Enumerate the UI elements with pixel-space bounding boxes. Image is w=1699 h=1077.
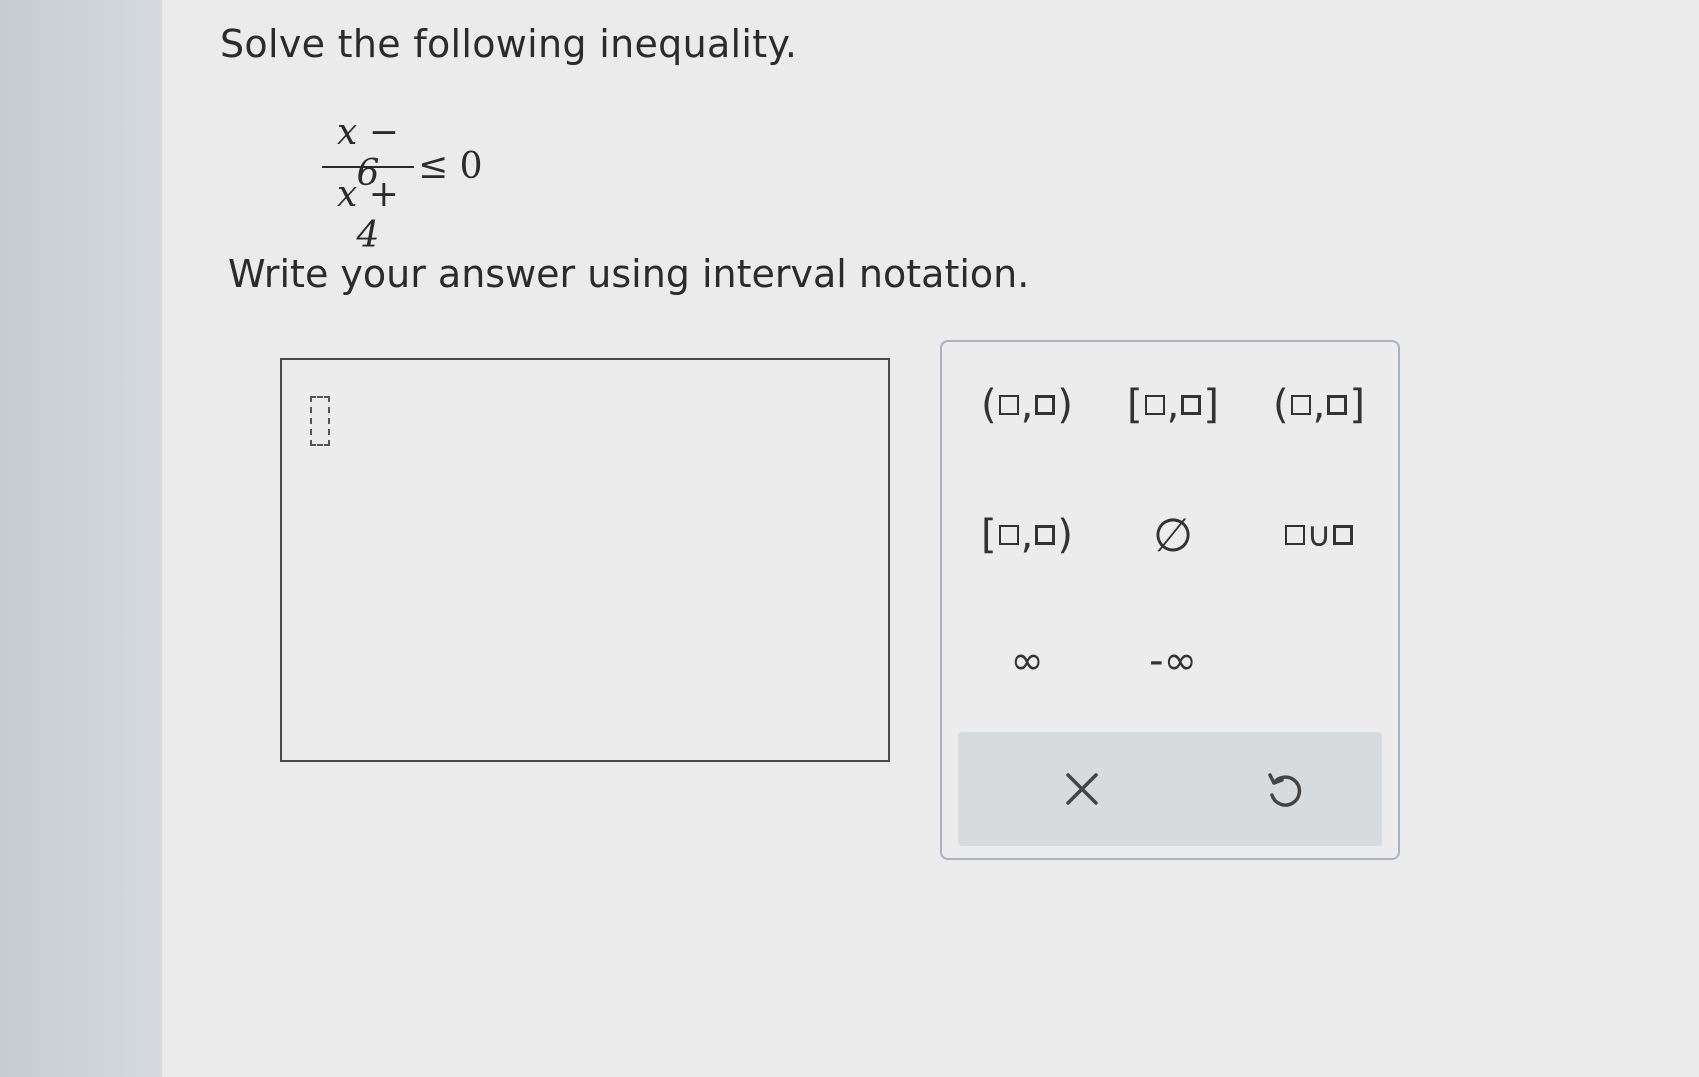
closed-open-interval-button[interactable]: [,) — [962, 500, 1092, 570]
empty-set-button[interactable]: ∅ — [1108, 500, 1238, 570]
answer-instruction: Write your answer using interval notatio… — [228, 252, 1030, 296]
placeholder-box-icon — [1181, 395, 1202, 415]
answer-input[interactable] — [280, 358, 890, 762]
background-edge — [0, 0, 162, 1077]
close-icon — [1066, 773, 1098, 805]
closed-closed-interval-button[interactable]: [,] — [1108, 370, 1238, 440]
placeholder-box-icon — [1290, 395, 1311, 415]
infinity-button[interactable]: ∞ — [962, 626, 1092, 696]
placeholder-box-icon — [1035, 395, 1056, 415]
fraction-bar — [322, 166, 414, 168]
open-open-interval-button[interactable]: (,) — [962, 370, 1092, 440]
placeholder-box-icon — [1333, 525, 1354, 545]
placeholder-box-icon — [1327, 395, 1348, 415]
inequality-relation: ≤ 0 — [418, 146, 483, 187]
open-closed-interval-button[interactable]: (,] — [1254, 370, 1384, 440]
keypad-action-bar — [958, 732, 1382, 846]
input-cursor-placeholder[interactable] — [310, 396, 330, 446]
undo-button[interactable] — [1214, 732, 1354, 846]
placeholder-box-icon — [1284, 525, 1305, 545]
placeholder-box-icon — [998, 525, 1019, 545]
negative-infinity-button[interactable]: -∞ — [1108, 626, 1238, 696]
inequality-expression: x − 6 x + 4 ≤ 0 — [322, 112, 502, 256]
interval-keypad: (,) [,] (,] [,) ∅ ∪ ∞ -∞ — [940, 340, 1400, 860]
union-button[interactable]: ∪ — [1254, 500, 1384, 570]
undo-icon — [1268, 773, 1302, 807]
fraction-denominator: x + 4 — [337, 174, 399, 256]
question-prompt: Solve the following inequality. — [220, 22, 798, 66]
placeholder-box-icon — [998, 395, 1019, 415]
placeholder-box-icon — [1035, 525, 1056, 545]
placeholder-box-icon — [1144, 395, 1165, 415]
clear-button[interactable] — [1012, 732, 1152, 846]
